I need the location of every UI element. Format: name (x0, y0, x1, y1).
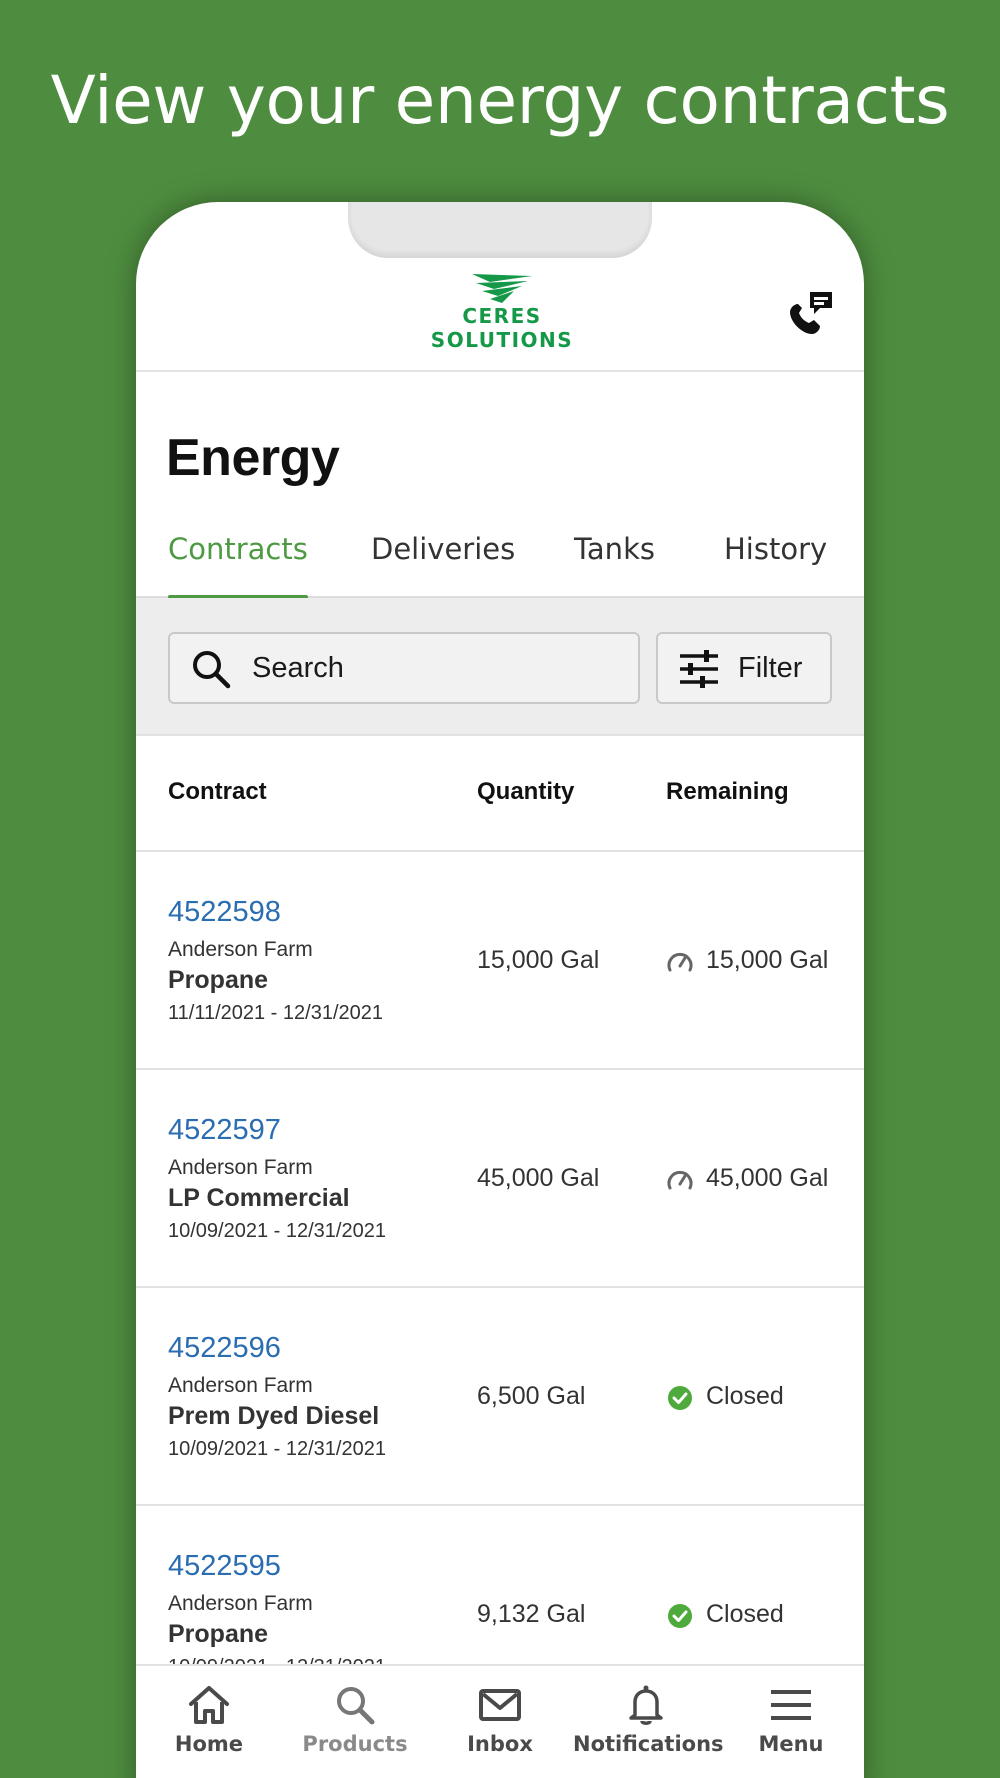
tab-history[interactable]: History (724, 532, 827, 596)
nav-home[interactable]: Home (136, 1666, 282, 1778)
tab-bar: Contracts Deliveries Tanks History (136, 532, 864, 599)
ceres-solutions-logo: CERES SOLUTIONS (422, 272, 582, 358)
search-icon (193, 651, 231, 689)
contract-number-link[interactable]: 4522595 (168, 1550, 281, 1583)
nav-menu[interactable]: Menu (718, 1666, 864, 1778)
brand-line2: SOLUTIONS (430, 328, 574, 352)
farm-name: Anderson Farm (168, 1374, 313, 1397)
nav-notifications[interactable]: Notifications (573, 1666, 724, 1778)
contract-number-link[interactable]: 4522597 (168, 1114, 281, 1147)
contract-dates: 11/11/2021 - 12/31/2021 (168, 1002, 383, 1024)
header-contract: Contract (168, 778, 267, 805)
search-input[interactable]: Search (168, 632, 640, 704)
phone-frame: CERES SOLUTIONS Energy Contracts Deliver… (136, 202, 864, 1778)
product-name: LP Commercial (168, 1184, 350, 1212)
table-row[interactable]: 4522597 Anderson Farm LP Commercial 10/0… (136, 1070, 864, 1288)
remaining-value: Closed (706, 1600, 784, 1628)
nav-home-label: Home (174, 1732, 244, 1756)
remaining-value: 15,000 Gal (706, 946, 829, 974)
farm-name: Anderson Farm (168, 938, 313, 961)
filter-button[interactable]: Filter (656, 632, 832, 704)
tab-tanks[interactable]: Tanks (574, 532, 655, 596)
page-title: Energy (166, 429, 340, 487)
headline: View your energy contracts (50, 62, 950, 139)
menu-icon (771, 1690, 811, 1720)
brand-line1: CERES (462, 304, 542, 328)
nav-inbox[interactable]: Inbox (427, 1666, 573, 1778)
phone-chat-icon[interactable] (784, 290, 834, 336)
nav-products[interactable]: Products (282, 1666, 428, 1778)
search-label: Search (252, 652, 344, 684)
contract-dates: 10/09/2021 - 12/31/2021 (168, 1438, 386, 1460)
table-row[interactable]: 4522598 Anderson Farm Propane 11/11/2021… (136, 852, 864, 1070)
mail-icon (479, 1689, 521, 1721)
product-name: Propane (168, 966, 269, 994)
remaining-value: 45,000 Gal (706, 1164, 829, 1192)
quantity-value: 45,000 Gal (477, 1164, 600, 1192)
contract-number-link[interactable]: 4522596 (168, 1332, 281, 1365)
nav-products-label: Products (302, 1732, 408, 1756)
app-header: CERES SOLUTIONS (136, 202, 864, 372)
bottom-nav: Home Products Inbox Notifications Menu (136, 1664, 864, 1778)
nav-menu-label: Menu (758, 1732, 824, 1756)
header-quantity: Quantity (477, 778, 575, 805)
quantity-value: 6,500 Gal (477, 1382, 586, 1410)
check-circle-icon (668, 1604, 692, 1628)
search-filter-bar: Search Filter (136, 598, 864, 736)
gauge-icon (667, 952, 693, 972)
nav-inbox-label: Inbox (467, 1732, 533, 1756)
home-icon (189, 1686, 229, 1724)
search-icon (337, 1687, 375, 1725)
filter-label: Filter (738, 652, 803, 684)
tab-deliveries[interactable]: Deliveries (371, 532, 515, 596)
quantity-value: 15,000 Gal (477, 946, 600, 974)
sliders-icon (680, 650, 718, 688)
quantity-value: 9,132 Gal (477, 1600, 586, 1628)
contract-number-link[interactable]: 4522598 (168, 896, 281, 929)
nav-notifications-label: Notifications (573, 1732, 724, 1756)
header-remaining: Remaining (666, 778, 789, 805)
check-circle-icon (668, 1386, 692, 1410)
gauge-icon (667, 1170, 693, 1190)
table-header: Contract Quantity Remaining (136, 736, 864, 852)
bell-icon (629, 1685, 663, 1725)
product-name: Prem Dyed Diesel (168, 1402, 380, 1430)
farm-name: Anderson Farm (168, 1592, 313, 1615)
farm-name: Anderson Farm (168, 1156, 313, 1179)
product-name: Propane (168, 1620, 269, 1648)
table-row[interactable]: 4522596 Anderson Farm Prem Dyed Diesel 1… (136, 1288, 864, 1506)
remaining-value: Closed (706, 1382, 784, 1410)
contract-dates: 10/09/2021 - 12/31/2021 (168, 1220, 386, 1242)
tab-contracts[interactable]: Contracts (168, 532, 308, 599)
wheat-mark-icon (472, 274, 532, 303)
